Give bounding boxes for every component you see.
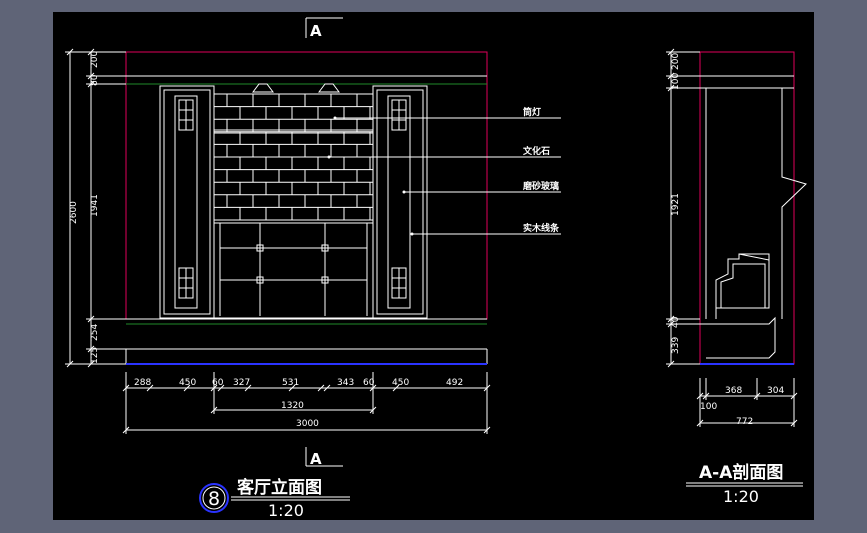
sec-dim-h-304: 304 xyxy=(767,386,784,396)
dim-h-450b: 450 xyxy=(392,378,409,388)
right-lattice-top xyxy=(391,99,407,131)
cad-drawing-area: A 筒灯 文化石 磨砂玻璃 实木线条 200 80 1941 2600 254 … xyxy=(53,12,814,520)
right-lattice-bottom xyxy=(391,267,407,299)
callout-culture-stone: 文化石 xyxy=(522,145,550,157)
dim-h-60a: 60 xyxy=(212,378,224,388)
downlight-left xyxy=(252,83,274,93)
dim-h-1320: 1320 xyxy=(281,401,304,411)
downlight-right xyxy=(318,83,340,93)
elevation-index: 8 xyxy=(208,488,220,510)
dim-h-288: 288 xyxy=(134,378,151,388)
dim-v-2600: 2600 xyxy=(69,201,79,224)
sec-dim-h-368: 368 xyxy=(725,386,742,396)
section-mark-top: A xyxy=(305,17,343,40)
section-title-block: A-A剖面图 1:20 xyxy=(686,462,803,506)
dim-v-1941: 1941 xyxy=(90,194,100,217)
callout-downlight: 筒灯 xyxy=(523,106,541,118)
elevation-scale: 1:20 xyxy=(268,501,304,520)
cad-drawing: A 筒灯 文化石 磨砂玻璃 实木线条 200 80 1941 2600 254 … xyxy=(65,17,807,520)
elevation-title: 客厅立面图 xyxy=(236,477,322,498)
section-title: A-A剖面图 xyxy=(699,462,783,483)
sec-dim-v-1921: 1921 xyxy=(671,193,681,216)
sec-dim-h-100: 100 xyxy=(700,402,717,412)
section-view xyxy=(699,51,807,365)
dim-h-3000: 3000 xyxy=(296,419,319,429)
section-mark-bottom: A xyxy=(305,447,343,468)
dim-h-60b: 60 xyxy=(363,378,375,388)
right-glass-panel xyxy=(372,85,428,319)
center-cabinet xyxy=(213,219,374,319)
sec-dim-v-339: 339 xyxy=(671,337,681,354)
section-scale: 1:20 xyxy=(723,487,759,506)
sec-dim-v-200: 200 xyxy=(671,53,681,70)
sec-dim-h-772: 772 xyxy=(736,417,753,427)
sec-dim-v-100: 100 xyxy=(671,73,681,90)
dim-v-125: 125 xyxy=(90,347,100,364)
dim-h-343: 343 xyxy=(337,378,354,388)
dim-h-450a: 450 xyxy=(179,378,196,388)
left-glass-panel xyxy=(159,85,215,319)
dim-v-200: 200 xyxy=(90,51,100,68)
section-horizontal-dimensions: 368 304 100 772 xyxy=(696,378,798,427)
callout-frosted-glass: 磨砂玻璃 xyxy=(522,180,559,192)
elevation-horizontal-dimensions: 288 450 60 327 531 343 60 450 492 1320 3… xyxy=(122,372,491,434)
dim-h-531: 531 xyxy=(282,378,299,388)
callout-wood-trim: 实木线条 xyxy=(523,222,560,234)
section-mark-top-label: A xyxy=(310,22,322,40)
elevation-wall-outline xyxy=(125,51,488,365)
dim-v-254: 254 xyxy=(90,324,100,341)
dim-h-327: 327 xyxy=(233,378,250,388)
section-vertical-dimensions: 200 100 1921 40 339 xyxy=(666,48,700,368)
left-lattice-top xyxy=(178,99,194,131)
section-mark-bottom-label: A xyxy=(310,450,322,468)
sec-dim-v-40: 40 xyxy=(671,316,681,328)
dim-h-492: 492 xyxy=(446,378,463,388)
elevation-title-block: 8 客厅立面图 1:20 xyxy=(199,477,350,520)
left-lattice-bottom xyxy=(178,267,194,299)
dim-v-80: 80 xyxy=(90,74,100,86)
callout-leaders: 筒灯 文化石 磨砂玻璃 实木线条 xyxy=(327,106,561,236)
elevation-vertical-dimensions: 200 80 1941 2600 254 125 xyxy=(65,48,126,368)
